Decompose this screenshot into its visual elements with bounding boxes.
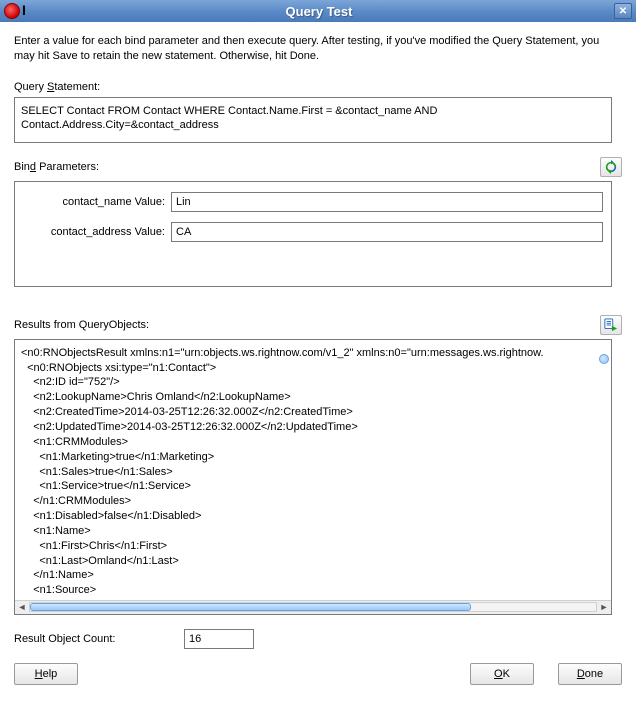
results-line: <n1:Name> bbox=[21, 524, 605, 539]
refresh-bind-button[interactable] bbox=[600, 157, 622, 177]
query-statement-label: Query Statement: bbox=[14, 81, 100, 93]
results-label: Results from QueryObjects: bbox=[14, 319, 149, 331]
results-line: <n1:Service>true</n1:Service> bbox=[21, 479, 605, 494]
results-line: <n1:Marketing>true</n1:Marketing> bbox=[21, 450, 605, 465]
result-count-input[interactable] bbox=[184, 629, 254, 649]
contact-address-input[interactable] bbox=[171, 222, 603, 242]
bind-row: contact_address Value: bbox=[23, 222, 603, 242]
bind-parameters-label: Bind Parameters: bbox=[14, 161, 99, 173]
title-bar: I Query Test ✕ bbox=[0, 0, 636, 22]
results-line: <n2:LookupName>Chris Omland</n2:LookupNa… bbox=[21, 390, 605, 405]
results-line: </n1:CRMModules> bbox=[21, 494, 605, 509]
contact-name-input[interactable] bbox=[171, 192, 603, 212]
results-line: <n2:UpdatedTime>2014-03-25T12:26:32.000Z… bbox=[21, 420, 605, 435]
results-line: <n0:RNObjectsResult xmlns:n1="urn:object… bbox=[21, 346, 605, 361]
results-text: <n0:RNObjectsResult xmlns:n1="urn:object… bbox=[15, 340, 611, 615]
execute-icon bbox=[604, 318, 618, 332]
execute-query-button[interactable] bbox=[600, 315, 622, 335]
horizontal-scrollbar[interactable]: ◄ ► bbox=[15, 600, 611, 614]
results-line: <n1:Last>Omland</n1:Last> bbox=[21, 554, 605, 569]
results-line: <n0:RNObjects xsi:type="n1:Contact"> bbox=[21, 361, 605, 376]
window-title: Query Test bbox=[24, 4, 614, 19]
results-line: <n1:First>Chris</n1:First> bbox=[21, 539, 605, 554]
results-line: <n2:ID id="752"/> bbox=[21, 375, 605, 390]
scroll-left-arrow-icon[interactable]: ◄ bbox=[15, 601, 29, 613]
results-line: <n1:Disabled>false</n1:Disabled> bbox=[21, 509, 605, 524]
results-line: <n1:Sales>true</n1:Sales> bbox=[21, 465, 605, 480]
result-count-label: Result Object Count: bbox=[14, 633, 184, 645]
done-button[interactable]: Done bbox=[558, 663, 622, 685]
query-statement-input[interactable]: SELECT Contact FROM Contact WHERE Contac… bbox=[14, 97, 612, 143]
bind-row: contact_name Value: bbox=[23, 192, 603, 212]
bind-param-label: contact_address Value: bbox=[23, 226, 171, 238]
app-icon bbox=[4, 3, 20, 19]
results-line: <n1:CRMModules> bbox=[21, 435, 605, 450]
results-line: <n1:Source> bbox=[21, 583, 605, 598]
scroll-right-arrow-icon[interactable]: ► bbox=[597, 601, 611, 613]
bind-parameters-panel: contact_name Value: contact_address Valu… bbox=[14, 181, 612, 287]
text-cursor-icon: I bbox=[22, 2, 26, 18]
scroll-thumb[interactable] bbox=[30, 603, 471, 611]
ok-button[interactable]: OK bbox=[470, 663, 534, 685]
results-output[interactable]: <n0:RNObjectsResult xmlns:n1="urn:object… bbox=[14, 339, 612, 615]
results-line: <n2:CreatedTime>2014-03-25T12:26:32.000Z… bbox=[21, 405, 605, 420]
scroll-track[interactable] bbox=[29, 602, 597, 612]
bind-param-label: contact_name Value: bbox=[23, 196, 171, 208]
close-icon: ✕ bbox=[619, 6, 627, 17]
refresh-icon bbox=[604, 160, 618, 174]
close-button[interactable]: ✕ bbox=[614, 3, 632, 19]
vertical-scroll-knob[interactable] bbox=[599, 354, 609, 364]
dialog-description: Enter a value for each bind parameter an… bbox=[14, 34, 622, 65]
results-line: </n1:Name> bbox=[21, 568, 605, 583]
help-button[interactable]: Help bbox=[14, 663, 78, 685]
